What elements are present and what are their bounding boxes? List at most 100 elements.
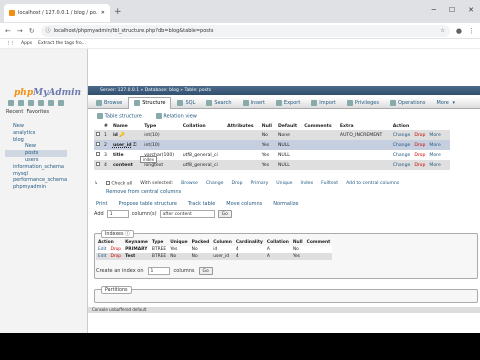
bulk-fulltext[interactable]: Fulltext	[321, 181, 338, 186]
drop-link[interactable]: Drop	[111, 247, 122, 252]
edit-link[interactable]: Edit	[98, 254, 107, 259]
tab-export[interactable]: Export	[271, 97, 305, 109]
console-bar[interactable]: Console unbuffered default	[88, 307, 480, 313]
tree-item-analytics[interactable]: analytics	[5, 130, 67, 137]
favorites-tab[interactable]: Favorites	[26, 109, 49, 115]
table-row[interactable]: Edit Drop PRIMARY BTREE Yes No id 4 A No	[96, 246, 333, 253]
minimize-icon[interactable]: ─	[432, 6, 436, 14]
back-icon[interactable]: ←	[5, 27, 11, 35]
home-icon[interactable]	[8, 100, 14, 106]
video-bottom-bar	[0, 333, 480, 360]
tab-search[interactable]: Search	[201, 97, 236, 109]
docs-icon[interactable]	[38, 100, 44, 106]
tree-item-posts[interactable]: posts	[5, 150, 68, 157]
tree-item-phpmyadmin[interactable]: phpmyadmin	[5, 184, 67, 191]
settings-icon[interactable]	[48, 100, 54, 106]
add-go-button[interactable]: Go	[217, 210, 232, 218]
menu-icon[interactable]: ⋮	[468, 27, 475, 35]
drop-link[interactable]: Drop	[111, 254, 122, 259]
tree-item-users[interactable]: users	[5, 157, 67, 164]
subtab-table-structure[interactable]: Table structure	[97, 113, 142, 120]
change-link[interactable]: Change	[393, 163, 411, 168]
edit-link[interactable]: Edit	[98, 247, 107, 252]
tab-insert[interactable]: Insert	[238, 97, 270, 109]
partitions-legend[interactable]: Partitions	[101, 286, 132, 294]
change-link[interactable]: Change	[393, 143, 411, 148]
table-row[interactable]: 2 user_id ⚿ int(10) Yes NULL Change Drop M…	[94, 140, 450, 150]
table-row[interactable]: 1 id 🔑 int(10) No None AUTO_INCREMENT Ch…	[94, 130, 450, 140]
drop-link[interactable]: Drop	[414, 133, 425, 138]
bulk-index[interactable]: Index	[301, 181, 314, 186]
tab-more[interactable]: More ▾	[431, 97, 460, 109]
change-link[interactable]: Change	[393, 153, 411, 158]
drop-link[interactable]: Drop	[414, 163, 425, 168]
pma-logo[interactable]: phpMyAdmin	[14, 88, 81, 98]
help-icon[interactable]: ⓘ	[125, 232, 130, 237]
forward-icon[interactable]: →	[17, 27, 23, 35]
star-icon[interactable]: ☆	[440, 28, 444, 34]
reload-nav-icon[interactable]	[58, 100, 64, 106]
query-icon[interactable]	[28, 100, 34, 106]
check-all[interactable]: Check all	[105, 181, 132, 187]
create-index-label: Create an index on	[96, 268, 144, 274]
reload-icon[interactable]: ↻	[29, 27, 35, 35]
tree-item-information-schema[interactable]: information_schema	[5, 164, 67, 171]
close-icon[interactable]: ✕	[101, 10, 105, 16]
tab-sql[interactable]: SQL	[172, 97, 200, 109]
bookmark-extract[interactable]: Extract the tags fro...	[38, 41, 86, 46]
more-link[interactable]: More	[429, 163, 440, 168]
bulk-change[interactable]: Change	[206, 181, 224, 186]
maximize-icon[interactable]: ☐	[449, 6, 455, 14]
table-row[interactable]: Edit Drop Test BTREE No No user_id 4 A Y…	[96, 253, 333, 260]
tab-import[interactable]: Import	[306, 97, 341, 109]
favicon-icon	[9, 10, 15, 16]
normalize-link[interactable]: Normalize	[273, 201, 298, 207]
tab-operations[interactable]: Operations	[385, 97, 431, 109]
create-index-input[interactable]: 1	[147, 267, 170, 275]
bulk-unique[interactable]: Unique	[276, 181, 292, 186]
bulk-drop[interactable]: Drop	[231, 181, 242, 186]
subtab-relation-view[interactable]: Relation view	[155, 113, 197, 120]
create-index-go-button[interactable]: Go	[198, 267, 213, 275]
breadcrumb[interactable]: Server: 127.0.0.1 » Database: blog » Tab…	[88, 86, 480, 95]
bulk-add-central[interactable]: Add to central columns	[346, 181, 399, 186]
tab-privileges[interactable]: Privileges	[342, 97, 384, 109]
position-select[interactable]: after content	[159, 210, 215, 218]
info-icon: ⓘ	[45, 28, 51, 34]
exit-icon[interactable]	[18, 100, 24, 106]
close-window-icon[interactable]: ✕	[468, 6, 474, 14]
tab-structure[interactable]: Structure	[128, 96, 172, 109]
browser-tab[interactable]: localhost / 127.0.0.1 / blog / po... ✕	[4, 4, 110, 22]
recent-tab[interactable]: Recent	[6, 109, 23, 115]
url-field[interactable]: ⓘ localhost/phpmyadmin/tbl_structure.php…	[40, 24, 450, 37]
indexes-legend[interactable]: Indexes ⓘ	[101, 230, 134, 238]
row-checkbox[interactable]	[96, 142, 100, 147]
avatar[interactable]: ●	[456, 27, 462, 35]
tree-item-blog-new[interactable]: New	[5, 143, 67, 150]
tree-item-blog[interactable]: blog	[5, 137, 67, 144]
drop-link[interactable]: Drop	[414, 143, 425, 148]
tab-browse[interactable]: Browse	[91, 97, 127, 109]
new-tab-button[interactable]: +	[114, 7, 122, 17]
add-count-input[interactable]: 1	[106, 210, 129, 218]
more-link[interactable]: More	[429, 133, 440, 138]
propose-structure-link[interactable]: Propose table structure	[119, 201, 177, 207]
more-link[interactable]: More	[429, 153, 440, 158]
bulk-browse[interactable]: Browse	[181, 181, 198, 186]
tree-item-mysql[interactable]: mysql	[5, 171, 67, 178]
window-controls: ─ ☐ ✕	[432, 6, 474, 14]
drop-link[interactable]: Drop	[414, 153, 425, 158]
row-checkbox[interactable]	[96, 132, 100, 137]
remove-central-columns[interactable]: Remove from central columns	[106, 189, 181, 195]
tree-item-new[interactable]: New	[5, 123, 67, 130]
track-table-link[interactable]: Track table	[188, 201, 215, 207]
row-checkbox[interactable]	[96, 152, 100, 157]
bulk-primary[interactable]: Primary	[251, 181, 269, 186]
tree-item-performance-schema[interactable]: performance_schema	[5, 177, 67, 184]
more-link[interactable]: More	[429, 143, 440, 148]
bookmark-apps[interactable]: Apps	[21, 41, 32, 46]
change-link[interactable]: Change	[393, 133, 411, 138]
print-link[interactable]: Print	[96, 201, 108, 207]
row-checkbox[interactable]	[96, 162, 100, 167]
move-columns-link[interactable]: Move columns	[226, 201, 262, 207]
